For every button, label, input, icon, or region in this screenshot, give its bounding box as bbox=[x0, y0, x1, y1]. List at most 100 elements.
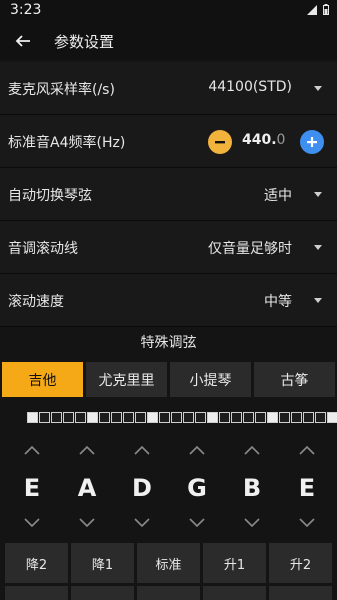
page-title: 参数设置 bbox=[54, 33, 115, 51]
a4-frequency-decimal: 0 bbox=[276, 132, 286, 148]
string-note[interactable]: B bbox=[237, 473, 267, 503]
string-marker bbox=[231, 412, 242, 423]
decrease-frequency-button[interactable] bbox=[208, 130, 232, 154]
chevron-up-icon[interactable] bbox=[24, 445, 40, 455]
signal-icon bbox=[307, 4, 317, 15]
scroll-speed-value: 中等 bbox=[264, 294, 292, 310]
standard-button[interactable]: 标准 bbox=[137, 543, 200, 583]
pitch-scroll-row[interactable]: 音调滚动线 仅音量足够时 bbox=[0, 221, 337, 274]
string-marker bbox=[135, 412, 146, 423]
tab-guzheng[interactable]: 古筝 bbox=[254, 362, 335, 397]
string-marker bbox=[207, 412, 218, 423]
partial-button[interactable] bbox=[137, 586, 200, 600]
string-marker bbox=[51, 412, 62, 423]
dropdown-caret-icon bbox=[314, 192, 322, 197]
dropdown-caret-icon bbox=[314, 245, 322, 250]
a4-frequency-value: 440.0 bbox=[242, 132, 285, 148]
more-buttons-partial bbox=[5, 586, 332, 600]
raise-string-row bbox=[0, 445, 337, 459]
string-marker bbox=[183, 412, 194, 423]
chevron-down-icon[interactable] bbox=[134, 518, 150, 528]
string-marker bbox=[63, 412, 74, 423]
string-note[interactable]: G bbox=[182, 473, 212, 503]
dropdown-caret-icon bbox=[314, 86, 322, 91]
a4-frequency-integer: 440. bbox=[242, 132, 277, 148]
lower-string-row bbox=[0, 518, 337, 532]
string-marker bbox=[27, 412, 38, 423]
auto-switch-value: 适中 bbox=[264, 188, 292, 204]
chevron-down-icon[interactable] bbox=[189, 518, 205, 528]
pitch-scroll-value: 仅音量足够时 bbox=[208, 241, 292, 257]
string-note[interactable]: E bbox=[17, 473, 47, 503]
string-marker bbox=[327, 412, 337, 423]
chevron-down-icon[interactable] bbox=[79, 518, 95, 528]
partial-button[interactable] bbox=[71, 586, 134, 600]
string-marker bbox=[219, 412, 230, 423]
string-marker bbox=[291, 412, 302, 423]
special-tuning-title: 特殊调弦 bbox=[140, 335, 197, 351]
string-marker bbox=[267, 412, 278, 423]
dropdown-caret-icon bbox=[314, 298, 322, 303]
string-marker bbox=[123, 412, 134, 423]
string-marker bbox=[87, 412, 98, 423]
a4-frequency-row: 标准音A4频率(Hz) 440.0 bbox=[0, 115, 337, 168]
back-button[interactable] bbox=[10, 28, 36, 54]
chevron-down-icon[interactable] bbox=[299, 518, 315, 528]
plus-icon bbox=[307, 137, 317, 147]
chevron-down-icon[interactable] bbox=[24, 518, 40, 528]
raise-2-button[interactable]: 升2 bbox=[269, 543, 332, 583]
transpose-buttons: 降2 降1 标准 升1 升2 bbox=[5, 543, 332, 583]
scroll-speed-row[interactable]: 滚动速度 中等 bbox=[0, 274, 337, 327]
string-marker bbox=[159, 412, 170, 423]
mic-rate-value: 44100(STD) bbox=[208, 79, 292, 95]
arrow-left-icon bbox=[15, 35, 30, 47]
string-marker bbox=[303, 412, 314, 423]
string-marker bbox=[147, 412, 158, 423]
chevron-up-icon[interactable] bbox=[244, 445, 260, 455]
partial-button[interactable] bbox=[5, 586, 68, 600]
lower-1-button[interactable]: 降1 bbox=[71, 543, 134, 583]
string-position-bar bbox=[27, 412, 337, 425]
partial-button[interactable] bbox=[269, 586, 332, 600]
string-note[interactable]: D bbox=[127, 473, 157, 503]
string-marker bbox=[279, 412, 290, 423]
chevron-up-icon[interactable] bbox=[189, 445, 205, 455]
status-time: 3:23 bbox=[10, 2, 42, 18]
string-marker bbox=[255, 412, 266, 423]
auto-switch-row[interactable]: 自动切换琴弦 适中 bbox=[0, 168, 337, 221]
tab-violin[interactable]: 小提琴 bbox=[170, 362, 251, 397]
status-bar: 3:23 bbox=[0, 0, 337, 22]
chevron-up-icon[interactable] bbox=[79, 445, 95, 455]
auto-switch-label: 自动切换琴弦 bbox=[8, 188, 92, 204]
string-marker bbox=[315, 412, 326, 423]
string-marker bbox=[75, 412, 86, 423]
string-marker bbox=[195, 412, 206, 423]
status-icons bbox=[307, 4, 329, 15]
tab-ukulele[interactable]: 尤克里里 bbox=[86, 362, 167, 397]
string-marker bbox=[99, 412, 110, 423]
string-marker bbox=[171, 412, 182, 423]
string-notes-row: E A D G B E bbox=[0, 473, 337, 507]
lower-2-button[interactable]: 降2 bbox=[5, 543, 68, 583]
string-marker bbox=[243, 412, 254, 423]
scroll-speed-label: 滚动速度 bbox=[8, 294, 64, 310]
minus-icon bbox=[215, 141, 225, 144]
string-marker bbox=[39, 412, 50, 423]
string-marker bbox=[111, 412, 122, 423]
mic-rate-row[interactable]: 麦克风采样率(/s) 44100(STD) bbox=[0, 62, 337, 115]
tab-guitar[interactable]: 吉他 bbox=[2, 362, 83, 397]
partial-button[interactable] bbox=[203, 586, 266, 600]
increase-frequency-button[interactable] bbox=[300, 130, 324, 154]
a4-frequency-label: 标准音A4频率(Hz) bbox=[8, 135, 126, 151]
raise-1-button[interactable]: 升1 bbox=[203, 543, 266, 583]
pitch-scroll-label: 音调滚动线 bbox=[8, 241, 78, 257]
app-bar: 参数设置 bbox=[0, 22, 337, 60]
chevron-up-icon[interactable] bbox=[134, 445, 150, 455]
string-note[interactable]: A bbox=[72, 473, 102, 503]
mic-rate-label: 麦克风采样率(/s) bbox=[8, 82, 115, 98]
instrument-tabs: 吉他 尤克里里 小提琴 古筝 bbox=[2, 362, 335, 397]
chevron-up-icon[interactable] bbox=[299, 445, 315, 455]
chevron-down-icon[interactable] bbox=[244, 518, 260, 528]
battery-icon bbox=[323, 4, 329, 15]
string-note[interactable]: E bbox=[292, 473, 322, 503]
